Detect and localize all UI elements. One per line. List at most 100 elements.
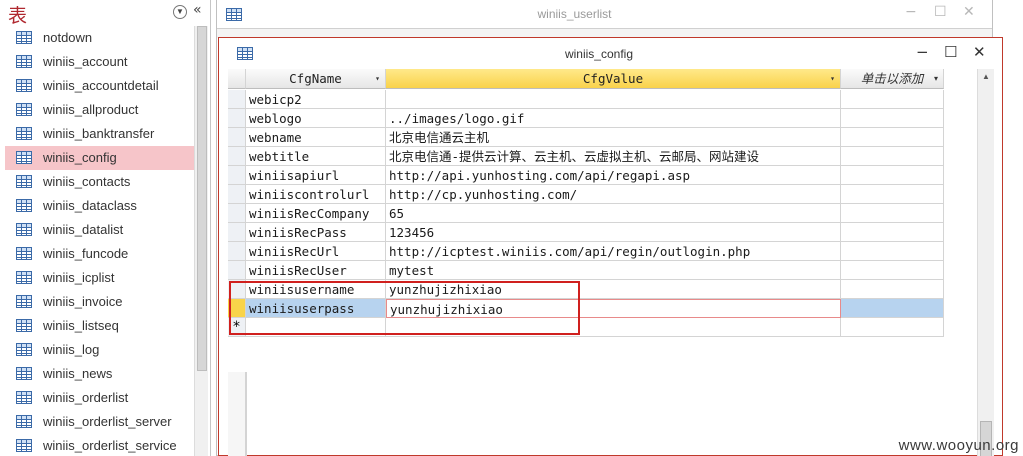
restore-icon[interactable]: ☐ [944,43,957,61]
table-row[interactable]: winiiscontrolurl http://cp.yunhosting.com… [228,185,944,204]
nav-table-item[interactable]: notdown [5,26,195,50]
close-icon[interactable]: ✕ [963,4,975,20]
add-column-cell[interactable] [841,90,944,109]
table-row[interactable]: winiisapiurl http://api.yunhosting.com/ap… [228,166,944,185]
minimize-icon[interactable]: − [916,43,929,61]
add-column-cell[interactable] [841,128,944,147]
cfgvalue-cell[interactable]: 北京电信通云主机 [386,128,841,147]
cfgname-cell[interactable]: winiisRecUser [246,261,386,280]
nav-table-item[interactable]: winiis_datalist [5,218,195,242]
cfgvalue-cell[interactable]: 北京电信通-提供云计算、云主机、云虚拟主机、云邮局、网站建设 [386,147,841,166]
table-row[interactable]: webname 北京电信通云主机 [228,128,944,147]
cfgvalue-cell[interactable]: http://api.yunhosting.com/api/regapi.asp [386,166,841,185]
nav-table-item[interactable]: winiis_orderlist [5,386,195,410]
cfgvalue-cell[interactable]: 123456 [386,223,841,242]
record-selector[interactable] [228,223,246,242]
nav-table-item[interactable]: winiis_config [5,146,195,170]
cfgvalue-cell[interactable]: http://icptest.winiis.com/api/regin/outl… [386,242,841,261]
nav-table-item[interactable]: winiis_contacts [5,170,195,194]
record-selector[interactable] [228,109,246,128]
table-row[interactable]: weblogo ../images/logo.gif [228,109,944,128]
cfgname-cell[interactable]: winiisRecUrl [246,242,386,261]
nav-table-item[interactable]: winiis_dataclass [5,194,195,218]
nav-table-item[interactable]: winiis_allproduct [5,98,195,122]
cfgvalue-cell[interactable]: 65 [386,204,841,223]
nav-collapse-icon[interactable]: « [193,2,202,18]
table-row[interactable]: winiisRecCompany 65 [228,204,944,223]
restore-icon[interactable]: ☐ [934,4,947,20]
add-column-cell[interactable] [841,166,944,185]
record-selector[interactable] [228,242,246,261]
table-row[interactable]: winiisRecUrl http://icptest.winiis.com/ap… [228,242,944,261]
nav-table-item[interactable]: winiis_account [5,50,195,74]
table-row[interactable]: winiisRecUser mytest [228,261,944,280]
nav-table-item[interactable]: winiis_orderlist_service [5,434,195,456]
add-column-cell[interactable] [841,299,944,318]
nav-table-item[interactable]: winiis_orderlist_server [5,410,195,434]
record-selector[interactable] [228,204,246,223]
record-selector[interactable] [228,185,246,204]
cfgvalue-cell[interactable] [386,90,841,109]
userlist-titlebar[interactable]: winiis_userlist − ☐ ✕ [217,0,992,28]
new-record-cell[interactable] [841,318,944,337]
nav-table-item[interactable]: winiis_banktransfer [5,122,195,146]
add-column-cell[interactable] [841,185,944,204]
minimize-icon[interactable]: − [905,4,917,20]
sort-dropdown-icon[interactable]: ▾ [934,69,938,88]
column-header-cfgvalue[interactable]: CfgValue ▾ [386,69,841,89]
table-row[interactable]: webtitle 北京电信通-提供云计算、云主机、云虚拟主机、云邮局、网站建设 [228,147,944,166]
nav-table-item[interactable]: winiis_log [5,338,195,362]
table-row[interactable]: winiisRecPass 123456 [228,223,944,242]
cfgname-cell[interactable]: winiiscontrolurl [246,185,386,204]
sort-dropdown-icon[interactable]: ▾ [375,69,380,88]
nav-table-item[interactable]: winiis_invoice [5,290,195,314]
record-selector[interactable] [228,90,246,109]
table-icon [16,295,32,308]
record-selector[interactable] [228,166,246,185]
record-selector[interactable] [228,261,246,280]
cfgname-cell[interactable]: webicp2 [246,90,386,109]
cfgname-cell[interactable]: webname [246,128,386,147]
nav-table-item[interactable]: winiis_listseq [5,314,195,338]
nav-table-item[interactable]: winiis_funcode [5,242,195,266]
add-column-cell[interactable] [841,109,944,128]
sort-dropdown-icon[interactable]: ▾ [830,69,835,88]
add-column-cell[interactable] [841,280,944,299]
datasheet-grid: CfgName ▾ CfgValue ▾ 单击以添加 ▾ webicp2 webl… [228,69,978,456]
nav-table-item[interactable]: winiis_news [5,362,195,386]
cfgvalue-cell[interactable]: ../images/logo.gif [386,109,841,128]
grid-vertical-scrollbar[interactable]: ▲ [977,69,994,456]
nav-table-label: winiis_invoice [43,294,123,309]
nav-table-item[interactable]: winiis_icplist [5,266,195,290]
cfgname-cell[interactable]: weblogo [246,109,386,128]
table-row[interactable]: webicp2 [228,90,944,109]
column-header-cfgname[interactable]: CfgName ▾ [246,69,386,89]
config-titlebar[interactable]: winiis_config − ☐ ✕ [219,38,1002,68]
nav-table-item[interactable]: winiis_accountdetail [5,74,195,98]
click-to-add-column-header[interactable]: 单击以添加 ▾ [841,69,944,89]
cfgname-cell[interactable]: winiisRecCompany [246,204,386,223]
nav-menu-dropdown-icon[interactable]: ▼ [173,5,187,19]
add-column-cell[interactable] [841,204,944,223]
nav-scrollbar[interactable] [194,26,208,456]
record-selector[interactable] [228,128,246,147]
nav-header: 表 ▼ « [0,0,211,27]
cfgname-cell[interactable]: winiisRecPass [246,223,386,242]
scroll-up-icon[interactable]: ▲ [978,69,994,85]
cfgname-cell[interactable]: winiisapiurl [246,166,386,185]
config-window[interactable]: winiis_config − ☐ ✕ CfgName ▾ CfgValue ▾… [218,37,1003,456]
record-selector[interactable] [228,147,246,166]
cfgvalue-cell[interactable]: http://cp.yunhosting.com/ [386,185,841,204]
add-column-cell[interactable] [841,242,944,261]
cfgvalue-cell[interactable]: mytest [386,261,841,280]
nav-table-label: winiis_log [43,342,100,357]
nav-scrollbar-thumb[interactable] [197,26,207,371]
nav-table-label: winiis_orderlist_service [43,438,177,453]
nav-table-label: winiis_contacts [43,174,131,189]
add-column-cell[interactable] [841,147,944,166]
select-all-corner[interactable] [228,69,246,89]
close-icon[interactable]: ✕ [973,43,986,61]
add-column-cell[interactable] [841,223,944,242]
add-column-cell[interactable] [841,261,944,280]
cfgname-cell[interactable]: webtitle [246,147,386,166]
